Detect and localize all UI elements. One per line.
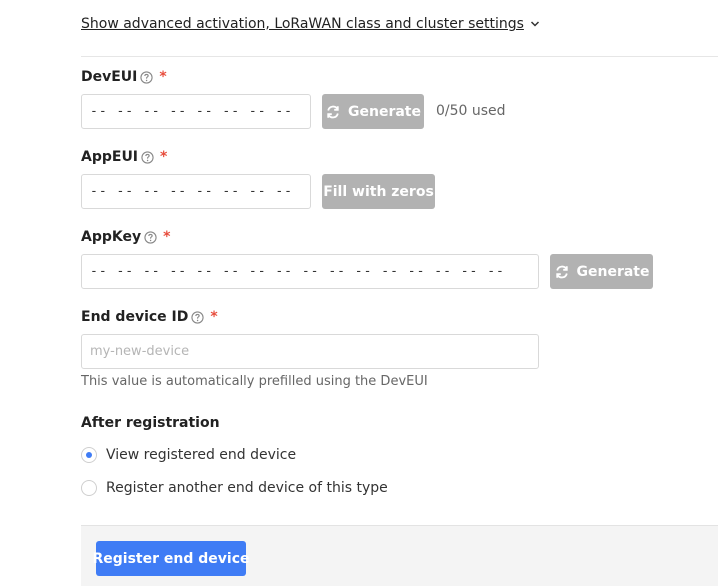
required-asterisk: * <box>210 309 218 325</box>
radio-label: View registered end device <box>106 447 297 463</box>
section-divider <box>81 56 718 57</box>
appeui-label-text: AppEUI <box>81 149 139 165</box>
deveui-generate-button[interactable]: Generate <box>322 94 424 129</box>
refresh-icon <box>555 265 568 278</box>
radio-view-registered[interactable]: View registered end device <box>81 447 296 463</box>
radio-button[interactable] <box>81 480 97 496</box>
appkey-label: AppKey * <box>81 229 170 245</box>
end-device-id-helper: This value is automatically prefilled us… <box>81 374 428 389</box>
radio-register-another[interactable]: Register another end device of this type <box>81 480 388 496</box>
advanced-settings-link[interactable]: Show advanced activation, LoRaWAN class … <box>81 16 540 32</box>
question-circle-icon[interactable] <box>191 310 205 324</box>
fill-with-zeros-label: Fill with zeros <box>323 183 434 200</box>
deveui-generate-label: Generate <box>348 103 421 120</box>
refresh-icon <box>327 105 339 118</box>
appkey-input[interactable]: -- -- -- -- -- -- -- -- -- -- -- -- -- -… <box>81 254 539 289</box>
end-device-id-label: End device ID * <box>81 309 218 325</box>
end-device-id-label-text: End device ID <box>81 309 189 325</box>
after-registration-title: After registration <box>81 415 220 431</box>
radio-label: Register another end device of this type <box>106 480 388 496</box>
deveui-input[interactable]: -- -- -- -- -- -- -- -- <box>81 94 311 129</box>
advanced-settings-label: Show advanced activation, LoRaWAN class … <box>81 16 524 32</box>
fill-with-zeros-button[interactable]: Fill with zeros <box>322 174 435 209</box>
question-circle-icon[interactable] <box>144 230 157 244</box>
appeui-input[interactable]: -- -- -- -- -- -- -- -- <box>81 174 311 209</box>
appeui-value: -- -- -- -- -- -- -- -- <box>90 184 294 199</box>
deveui-label-text: DevEUI <box>81 69 138 85</box>
end-device-id-input[interactable] <box>81 334 539 369</box>
required-asterisk: * <box>163 229 171 245</box>
deveui-label: DevEUI * <box>81 69 167 85</box>
required-asterisk: * <box>160 149 168 165</box>
required-asterisk: * <box>159 69 167 85</box>
chevron-down-icon <box>530 21 539 27</box>
deveui-usage-count: 0/50 used <box>436 103 506 119</box>
appeui-label: AppEUI * <box>81 149 167 165</box>
question-circle-icon[interactable] <box>141 150 154 164</box>
radio-button[interactable] <box>81 447 97 463</box>
appkey-value: -- -- -- -- -- -- -- -- -- -- -- -- -- -… <box>90 264 505 279</box>
question-circle-icon[interactable] <box>140 70 154 84</box>
appkey-generate-button[interactable]: Generate <box>550 254 653 289</box>
appkey-label-text: AppKey <box>81 229 142 245</box>
register-end-device-button[interactable]: Register end device <box>93 541 250 576</box>
deveui-value: -- -- -- -- -- -- -- -- <box>90 104 294 119</box>
appkey-generate-label: Generate <box>576 263 650 280</box>
